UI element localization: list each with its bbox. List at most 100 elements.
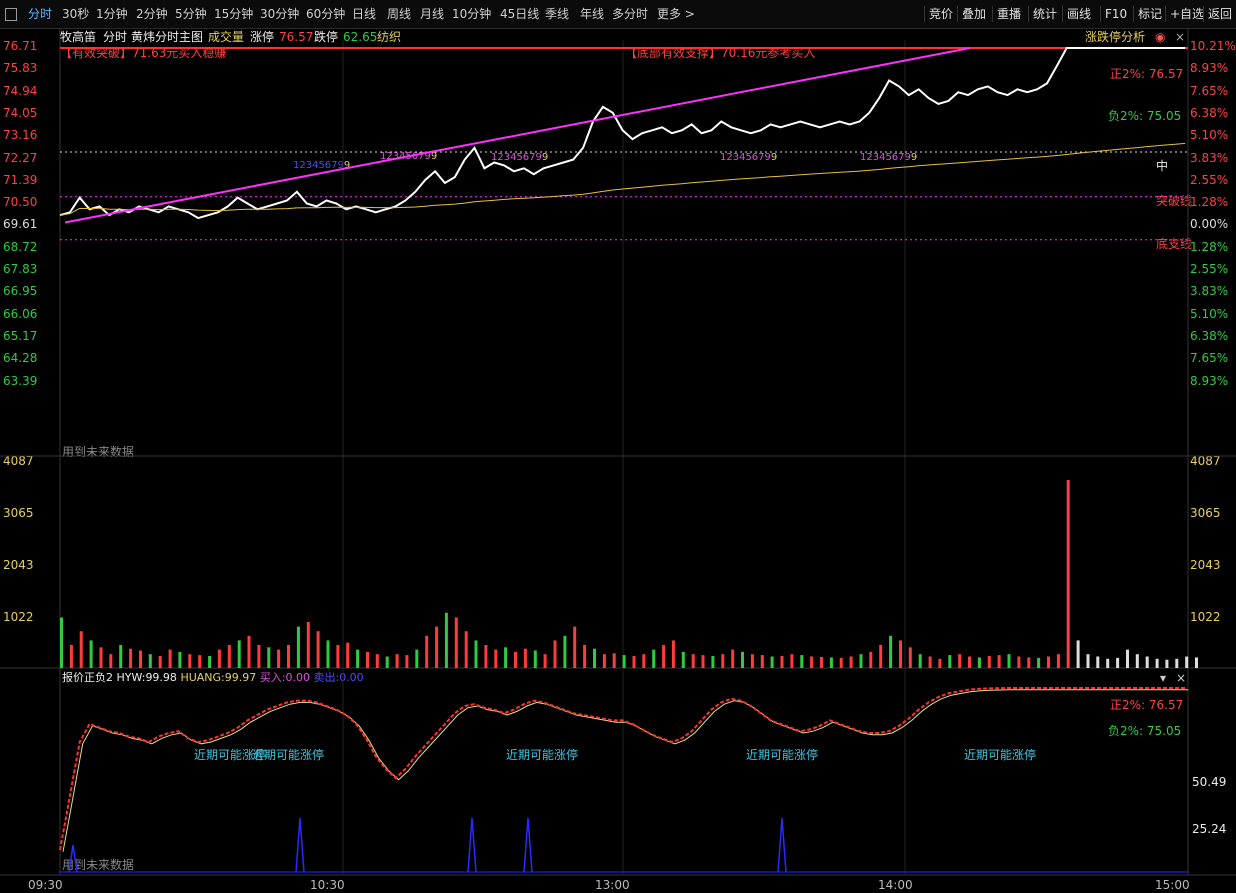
volume-bar [533, 650, 537, 668]
volume-bar [997, 655, 1001, 668]
volume-bar [987, 656, 991, 668]
volume-bar [1145, 656, 1149, 668]
volume-bar [583, 645, 587, 668]
volume-bar [1135, 654, 1139, 668]
volume-bar [968, 656, 971, 668]
volume-bar [306, 622, 310, 668]
volume-bar [593, 648, 596, 668]
volume-bar [810, 656, 814, 668]
volume-bar [1126, 649, 1129, 668]
volume-bar [790, 654, 794, 668]
volume-bar [494, 649, 498, 668]
volume-bar [1175, 658, 1179, 668]
volume-bar [336, 645, 340, 668]
volume-bar [148, 654, 152, 668]
volume-bar [1076, 640, 1080, 668]
volume-bar [129, 648, 133, 668]
volume-bar [208, 656, 212, 668]
volume-bar [395, 654, 399, 668]
volume-bar [326, 640, 330, 668]
volume-bar [750, 654, 754, 668]
volume-bar [958, 654, 962, 668]
volume-bar [681, 651, 685, 668]
volume-bar [1106, 658, 1110, 668]
signal-spike [777, 817, 787, 873]
volume-bar [1086, 654, 1090, 668]
volume-bar [405, 655, 409, 668]
volume-bar [188, 654, 192, 668]
volume-bar [484, 645, 488, 668]
volume-bar [119, 645, 123, 668]
volume-bar [1155, 658, 1159, 668]
volume-bar [375, 654, 379, 668]
signal-spike [523, 817, 533, 873]
trend-line [64, 47, 971, 224]
volume-bar [1165, 659, 1169, 668]
volume-bar [158, 656, 162, 668]
volume-bar [237, 640, 241, 668]
volume-bar [168, 649, 172, 668]
volume-bar [178, 651, 182, 668]
volume-bar [1096, 656, 1100, 668]
volume-bar [425, 635, 429, 668]
volume-bar [652, 649, 656, 668]
volume-bar [79, 631, 83, 668]
volume-bar [573, 626, 577, 668]
volume-bar [760, 655, 764, 668]
volume-bar [662, 645, 666, 668]
volume-bar [632, 656, 636, 668]
volume-bar [612, 653, 616, 668]
intraday-chart[interactable] [0, 0, 1236, 893]
volume-bar [60, 617, 63, 668]
volume-bar [859, 654, 863, 668]
volume-bar [356, 649, 360, 668]
volume-bar [928, 656, 932, 668]
volume-bar [553, 640, 557, 668]
volume-bar [849, 656, 853, 668]
volume-bar [1185, 656, 1189, 668]
volume-bar [198, 655, 202, 668]
volume-bar [602, 654, 606, 668]
volume-bar [217, 649, 221, 668]
volume-bar [366, 651, 369, 668]
volume-bar [1047, 656, 1050, 668]
volume-bar [889, 635, 893, 668]
volume-bar [820, 657, 823, 668]
volume-bar [415, 649, 419, 668]
volume-bar [800, 655, 804, 668]
volume-bar [780, 656, 784, 668]
volume-bar [642, 654, 646, 668]
volume-bar [1116, 657, 1120, 668]
volume-bar [770, 656, 774, 668]
volume-bar [99, 647, 103, 668]
volume-bar [1037, 657, 1041, 668]
volume-bar [879, 645, 883, 668]
volume-bar [247, 635, 251, 668]
volume-bar [464, 631, 468, 668]
volume-bar [346, 642, 350, 668]
volume-bar [741, 651, 744, 668]
volume-bar [385, 656, 389, 668]
volume-bar [1056, 654, 1060, 668]
volume-bar [908, 647, 912, 668]
signal-spike [467, 817, 477, 873]
huang-line [62, 689, 1189, 852]
volume-bar [829, 657, 833, 668]
volume-bar [711, 656, 715, 668]
volume-bar [948, 655, 952, 668]
volume-bar [435, 626, 439, 668]
volume-bar [839, 657, 843, 668]
volume-bar [287, 645, 290, 668]
volume-bar [622, 655, 626, 668]
volume-bar [267, 647, 271, 668]
volume-bar [504, 647, 508, 668]
signal-spike [295, 817, 305, 873]
volume-bar [139, 650, 142, 668]
volume-bar [444, 612, 448, 668]
volume-bar [938, 658, 942, 668]
volume-bar [543, 654, 547, 668]
volume-bar [69, 645, 73, 668]
volume-bar [257, 645, 261, 668]
volume-bar [977, 657, 981, 668]
volume-bar [721, 654, 725, 668]
